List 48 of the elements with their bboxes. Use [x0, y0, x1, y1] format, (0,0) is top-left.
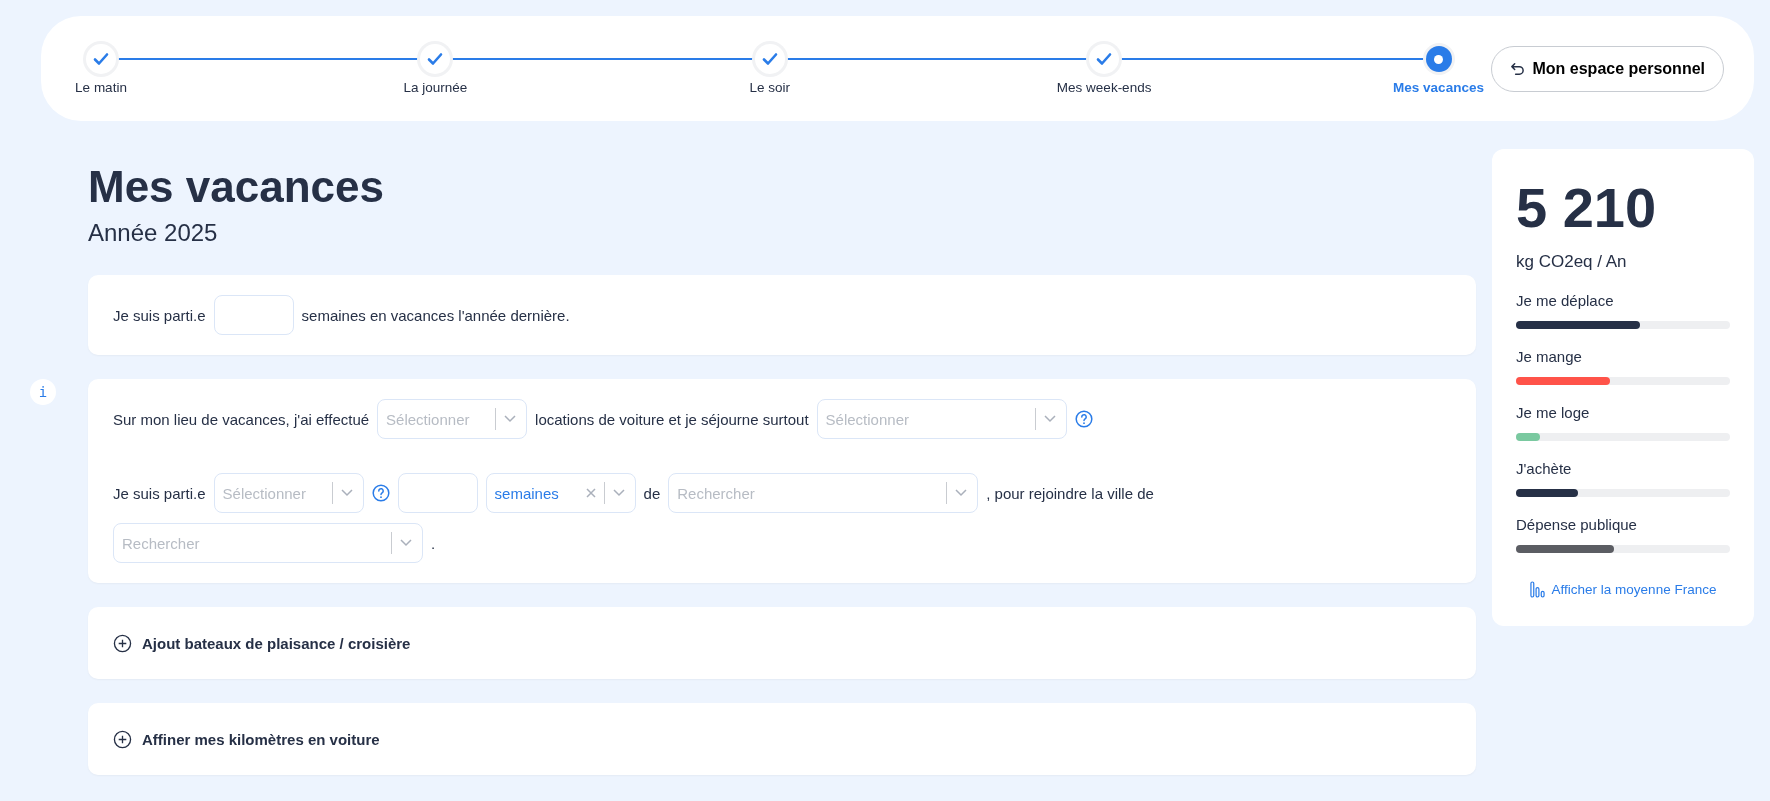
- category-label: Je me loge: [1516, 404, 1591, 421]
- personal-space-button[interactable]: Mon espace personnel: [1490, 45, 1724, 92]
- category-label: Je me déplace: [1516, 292, 1615, 309]
- clear-icon[interactable]: [585, 488, 596, 499]
- step-label[interactable]: La journée: [403, 80, 468, 95]
- question-text: Sur mon lieu de vacances, j'ai effectué: [113, 410, 370, 428]
- plus-circle-icon: [113, 633, 132, 653]
- step-label[interactable]: Le matin: [75, 80, 127, 95]
- back-arrow-icon: [1509, 61, 1525, 76]
- info-icon[interactable]: i: [30, 379, 56, 406]
- step-label[interactable]: Mes vacances: [1393, 80, 1484, 95]
- question-text: Je suis parti.e: [113, 306, 206, 324]
- question-text: , pour rejoindre la ville de: [986, 484, 1154, 502]
- chevron-down-icon: [340, 489, 353, 498]
- step-indicator[interactable]: [754, 44, 785, 74]
- number-field[interactable]: [397, 473, 478, 514]
- chevron-down-icon: [400, 539, 412, 548]
- page-subtitle: Année 2025: [88, 219, 219, 248]
- question-text: .: [431, 534, 436, 552]
- unit-label: kg CO2eq / An: [1516, 252, 1628, 272]
- total-value: 5 210: [1516, 175, 1658, 240]
- page-title: Mes vacances: [88, 163, 385, 212]
- step-indicator[interactable]: [1425, 46, 1452, 72]
- accordion-section[interactable]: Affiner mes kilomètres en voiture: [88, 703, 1476, 776]
- chevron-down-icon: [612, 489, 625, 498]
- question-text: locations de voiture et je séjourne surtout: [535, 410, 809, 428]
- select-field[interactable]: semaines: [485, 473, 636, 514]
- step-indicator[interactable]: [1089, 44, 1120, 74]
- chevron-down-icon: [955, 489, 968, 498]
- step-label[interactable]: Mes week-ends: [1056, 80, 1152, 95]
- question-text: semaines en vacances l'année dernière.: [301, 306, 570, 324]
- help-icon[interactable]: [1074, 410, 1093, 429]
- step-indicator[interactable]: [420, 44, 451, 74]
- category-label: J'achète: [1516, 460, 1573, 477]
- accordion-section[interactable]: Ajout bateaux de plaisance / croisière: [88, 607, 1476, 680]
- bar-chart-icon: [1529, 581, 1545, 598]
- step-label[interactable]: Le soir: [749, 80, 790, 95]
- category-label: Dépense publique: [1516, 516, 1638, 533]
- average-link[interactable]: Afficher la moyenne France: [1516, 581, 1730, 598]
- number-field[interactable]: [213, 295, 294, 336]
- question-text: Je suis parti.e: [113, 484, 206, 502]
- plus-circle-icon: [113, 729, 132, 749]
- chevron-down-icon: [504, 415, 517, 424]
- category-label: Je mange: [1516, 348, 1583, 365]
- help-icon[interactable]: [371, 484, 390, 503]
- question-text: de: [643, 484, 661, 502]
- chevron-down-icon: [1043, 415, 1056, 424]
- step-indicator[interactable]: [86, 44, 116, 74]
